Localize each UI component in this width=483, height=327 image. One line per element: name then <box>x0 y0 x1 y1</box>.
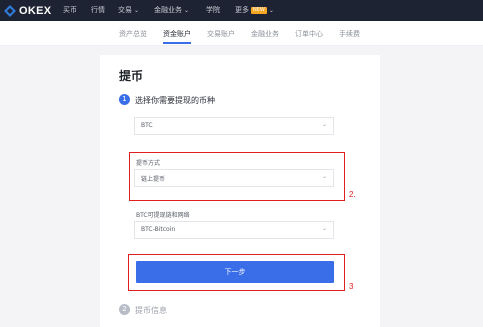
nav-finance[interactable]: 金融业务 ⌄ <box>154 5 189 15</box>
network-select[interactable]: BTC-Bitcoin ⌄ <box>134 221 334 239</box>
tab-order-center[interactable]: 订单中心 <box>295 29 323 39</box>
annotation-number-3: 3 <box>349 282 354 291</box>
chevron-down-icon: ⌄ <box>321 225 327 232</box>
top-nav: OKEX 买币 行情 交易 ⌄ 金融业务 ⌄ 学院 更多 NEW ⌄ <box>0 0 483 21</box>
new-badge: NEW <box>251 6 267 14</box>
network-select-value: BTC-Bitcoin <box>141 226 176 233</box>
annotation-box-2 <box>129 152 345 201</box>
network-label: BTC可提现链和网络 <box>136 212 190 219</box>
nav-more-label: 更多 <box>235 6 249 14</box>
tab-funding-account[interactable]: 资金账户 <box>163 29 191 39</box>
page-title: 提币 <box>119 69 144 83</box>
chevron-down-icon: ⌄ <box>134 7 140 14</box>
annotation-number-2: 2. <box>349 190 356 199</box>
page: OKEX 买币 行情 交易 ⌄ 金融业务 ⌄ 学院 更多 NEW ⌄ 资产总览 资金账户… <box>0 0 483 327</box>
nav-academy[interactable]: 学院 <box>206 5 220 15</box>
brand-logo[interactable]: OKEX <box>4 3 51 18</box>
tab-finance-business[interactable]: 金融业务 <box>251 29 279 39</box>
coin-select-value: BTC <box>141 122 153 129</box>
nav-buy-coin[interactable]: 买币 <box>63 5 77 15</box>
chevron-down-icon: ⌄ <box>268 7 274 14</box>
brand-name: OKEX <box>19 4 52 17</box>
tab-trading-account[interactable]: 交易账户 <box>207 29 235 39</box>
okex-logo-icon <box>4 4 16 17</box>
nav-market[interactable]: 行情 <box>91 5 105 15</box>
active-tab-indicator <box>163 42 191 44</box>
nav-more[interactable]: 更多 NEW ⌄ <box>235 5 274 15</box>
step-2-label: 提币信息 <box>135 306 167 315</box>
chevron-down-icon: ⌄ <box>184 7 190 14</box>
tab-asset-overview[interactable]: 资产总览 <box>119 29 147 39</box>
chevron-down-icon: ⌄ <box>321 121 327 128</box>
tab-fees[interactable]: 手续费 <box>339 29 360 39</box>
step-1-indicator: 1 <box>119 94 130 105</box>
annotation-box-3 <box>128 254 345 291</box>
coin-select[interactable]: BTC ⌄ <box>134 117 334 135</box>
account-tabs: 资产总览 资金账户 交易账户 金融业务 订单中心 手续费 <box>0 21 483 46</box>
nav-finance-label: 金融业务 <box>154 6 182 14</box>
step-1-label: 选择你需要提现的币种 <box>135 96 215 105</box>
nav-trade-label: 交易 <box>118 6 132 14</box>
nav-trade[interactable]: 交易 ⌄ <box>118 5 139 15</box>
step-2-indicator: 2 <box>119 304 130 315</box>
